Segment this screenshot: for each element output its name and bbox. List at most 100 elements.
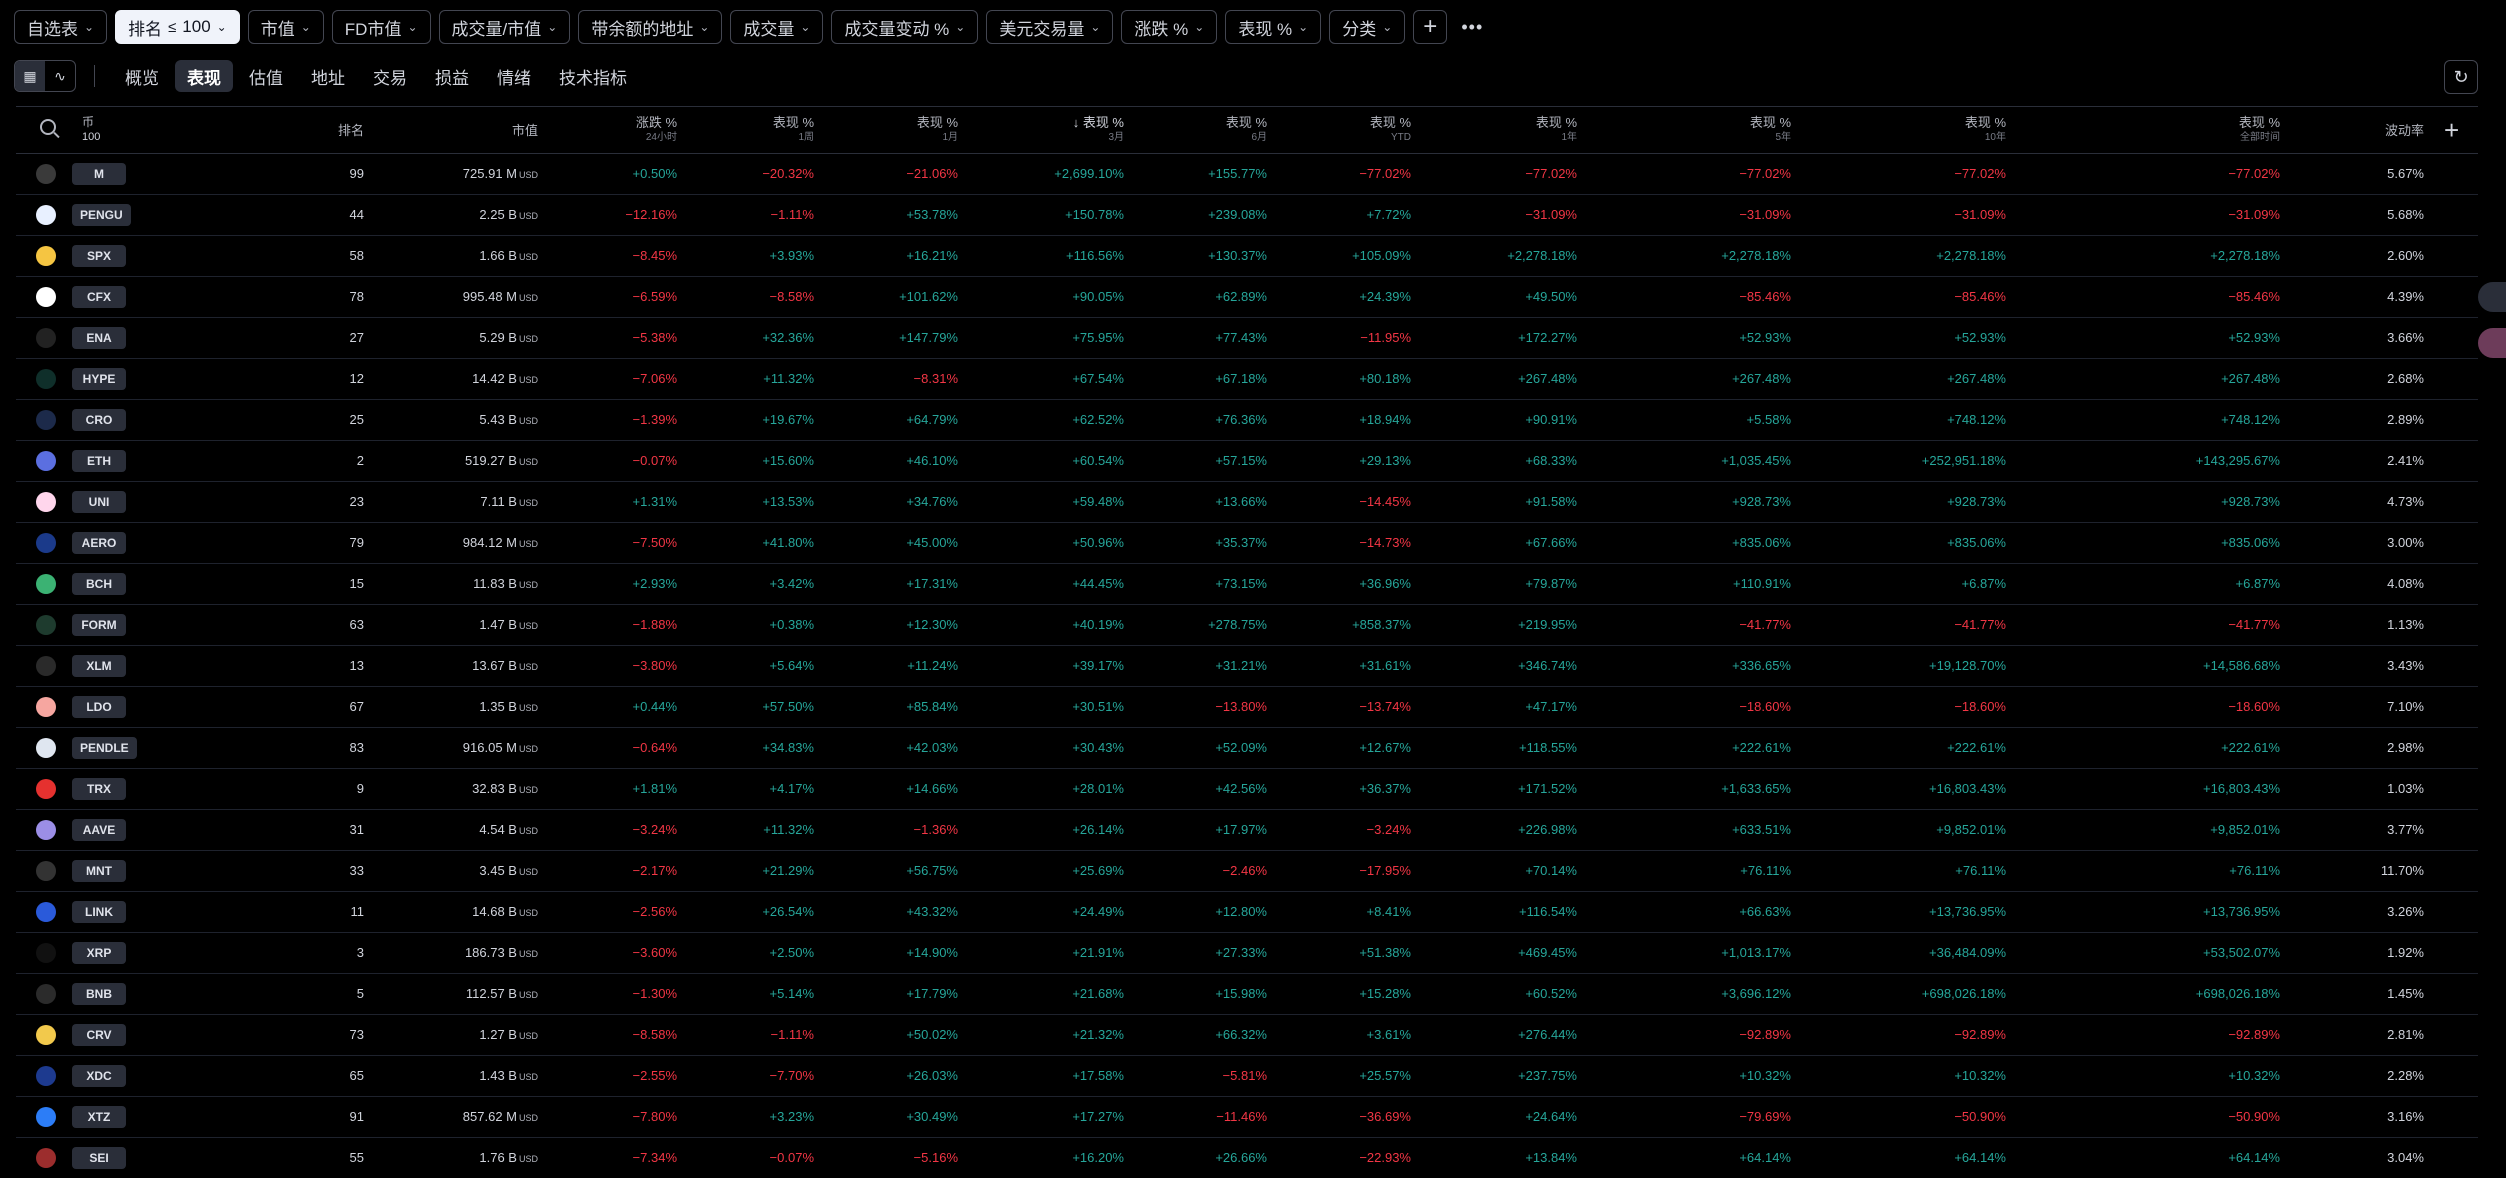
- perf-y1-cell: +469.45%: [1518, 945, 1577, 960]
- filter-volume-button[interactable]: 成交量 ⌄: [730, 10, 824, 44]
- table-row[interactable]: FORM 63 1.47 B USD −1.88% +0.38% +12.30% +40.19…: [16, 605, 2478, 646]
- coin-ticker[interactable]: XDC: [72, 1065, 126, 1087]
- table-row[interactable]: XLM 13 13.67 B USD −3.80% +5.64% +11.24% +39.17…: [16, 646, 2478, 687]
- coin-logo-icon: [36, 738, 56, 758]
- header-rank[interactable]: 排名: [164, 123, 364, 138]
- coin-ticker[interactable]: PENDLE: [72, 737, 137, 759]
- table-row[interactable]: TRX 9 32.83 B USD +1.81% +4.17% +14.66% +28.01%…: [16, 769, 2478, 810]
- coin-ticker[interactable]: HYPE: [72, 368, 126, 390]
- coin-ticker[interactable]: PENGU: [72, 204, 131, 226]
- filter-volmcap-button[interactable]: 成交量/市值 ⌄: [438, 10, 571, 44]
- header-y10[interactable]: 表现 % 10年: [1806, 115, 2006, 145]
- header-y1[interactable]: 表现 % 1年: [1377, 115, 1577, 145]
- coin-header[interactable]: 币 100: [82, 115, 100, 145]
- coin-ticker[interactable]: CRV: [72, 1024, 126, 1046]
- table-row[interactable]: CRV 73 1.27 B USD −8.58% −1.11% +50.02% +21.32%…: [16, 1015, 2478, 1056]
- filter-rank-button[interactable]: 排名 ≤100 ⌄: [115, 10, 240, 44]
- coin-ticker[interactable]: SEI: [72, 1147, 126, 1169]
- filter-watchlist-button[interactable]: 自选表 ⌄: [14, 10, 108, 44]
- refresh-button[interactable]: ↻: [2444, 60, 2478, 94]
- search-icon[interactable]: [40, 119, 60, 139]
- table-row[interactable]: HYPE 12 14.42 B USD −7.06% +11.32% −8.31% +67.5…: [16, 359, 2478, 400]
- coin-ticker[interactable]: M: [72, 163, 126, 185]
- table-row[interactable]: ENA 27 5.29 B USD −5.38% +32.36% +147.79% +75.9…: [16, 318, 2478, 359]
- filter-mcap-button[interactable]: 市值 ⌄: [247, 10, 324, 44]
- perf-y1-cell: +90.91%: [1525, 412, 1577, 427]
- coin-ticker[interactable]: BNB: [72, 983, 126, 1005]
- coin-ticker[interactable]: LDO: [72, 696, 126, 718]
- add-column-icon[interactable]: +: [2444, 115, 2459, 145]
- perf-y1-cell: +60.52%: [1525, 986, 1577, 1001]
- coin-ticker[interactable]: AAVE: [72, 819, 126, 841]
- table-row[interactable]: M 99 725.91 M USD +0.50% −20.32% −21.06% +2,699…: [16, 154, 2478, 195]
- perf-y5-cell: +928.73%: [1732, 494, 1791, 509]
- table-row[interactable]: CFX 78 995.48 M USD −6.59% −8.58% +101.62% +90.…: [16, 277, 2478, 318]
- chart-view-icon[interactable]: ∿: [45, 61, 75, 91]
- table-row[interactable]: SPX 58 1.66 B USD −8.45% +3.93% +16.21% +116.56…: [16, 236, 2478, 277]
- table-row[interactable]: LDO 67 1.35 B USD +0.44% +57.50% +85.84% +30.51…: [16, 687, 2478, 728]
- tab-5[interactable]: 交易: [361, 60, 419, 92]
- coin-ticker[interactable]: ENA: [72, 327, 126, 349]
- filter-addrbal-button[interactable]: 带余额的地址 ⌄: [578, 10, 723, 44]
- assistant-icon[interactable]: [2478, 328, 2506, 358]
- header-period: 1年: [1561, 132, 1577, 143]
- perf-y1-cell: +79.87%: [1525, 576, 1577, 591]
- tab-1[interactable]: 概览: [113, 60, 171, 92]
- coin-ticker[interactable]: TRX: [72, 778, 126, 800]
- chevron-down-icon: ⌄: [1382, 20, 1393, 34]
- tab-4[interactable]: 地址: [299, 60, 357, 92]
- table-row[interactable]: BNB 5 112.57 B USD −1.30% +5.14% +17.79% +21.68…: [16, 974, 2478, 1015]
- coin-header-label: 币: [82, 115, 95, 129]
- table-row[interactable]: LINK 11 14.68 B USD −2.56% +26.54% +43.32% +24.…: [16, 892, 2478, 933]
- tab-8[interactable]: 技术指标: [547, 60, 639, 92]
- add-filter-button[interactable]: +: [1413, 10, 1448, 44]
- header-vol[interactable]: 波动率: [2224, 123, 2424, 138]
- coin-ticker[interactable]: XTZ: [72, 1106, 126, 1128]
- perf-y1-cell: +237.75%: [1518, 1068, 1577, 1083]
- perf-y5-cell: −77.02%: [1739, 166, 1791, 181]
- table-row[interactable]: PENDLE 83 916.05 M USD −0.64% +34.83% +42.03% +…: [16, 728, 2478, 769]
- table-row[interactable]: PENGU 44 2.25 B USD −12.16% −1.11% +53.78% +150…: [16, 195, 2478, 236]
- coin-ticker[interactable]: LINK: [72, 901, 126, 923]
- tab-6[interactable]: 损益: [423, 60, 481, 92]
- table-row[interactable]: MNT 33 3.45 B USD −2.17% +21.29% +56.75% +25.69…: [16, 851, 2478, 892]
- coin-ticker[interactable]: CFX: [72, 286, 126, 308]
- perf-y1-cell: +226.98%: [1518, 822, 1577, 837]
- filter-perf-button[interactable]: 表现 % ⌄: [1225, 10, 1322, 44]
- coin-ticker[interactable]: BCH: [72, 573, 126, 595]
- coin-ticker[interactable]: XRP: [72, 942, 126, 964]
- filter-label: FD市值: [344, 19, 402, 39]
- coin-ticker[interactable]: MNT: [72, 860, 126, 882]
- table-row[interactable]: BCH 15 11.83 B USD +2.93% +3.42% +17.31% +44.45…: [16, 564, 2478, 605]
- coin-ticker[interactable]: SPX: [72, 245, 126, 267]
- table-row[interactable]: XDC 65 1.43 B USD −2.55% −7.70% +26.03% +17.58%…: [16, 1056, 2478, 1097]
- header-y5[interactable]: 表现 % 5年: [1591, 115, 1791, 145]
- coin-ticker[interactable]: FORM: [72, 614, 126, 636]
- table-row[interactable]: XTZ 91 857.62 M USD −7.80% +3.23% +30.49% +17.2…: [16, 1097, 2478, 1138]
- filter-chg-button[interactable]: 涨跌 % ⌄: [1121, 10, 1218, 44]
- table-row[interactable]: AAVE 31 4.54 B USD −3.24% +11.32% −1.36% +26.14…: [16, 810, 2478, 851]
- coin-ticker[interactable]: XLM: [72, 655, 126, 677]
- tab-2[interactable]: 表现: [175, 60, 233, 92]
- table-row[interactable]: AERO 79 984.12 M USD −7.50% +41.80% +45.00% +50…: [16, 523, 2478, 564]
- table-row[interactable]: ETH 2 519.27 B USD −0.07% +15.60% +46.10% +60.5…: [16, 441, 2478, 482]
- widget-icon[interactable]: [2478, 282, 2506, 312]
- table-row[interactable]: CRO 25 5.43 B USD −1.39% +19.67% +64.79% +62.52…: [16, 400, 2478, 441]
- table-row[interactable]: SEI 55 1.76 B USD −7.34% −0.07% −5.16% +16.20% +…: [16, 1138, 2478, 1178]
- perf-y1-cell: +276.44%: [1518, 1027, 1577, 1042]
- table-view-icon[interactable]: ▦: [15, 61, 45, 91]
- table-row[interactable]: UNI 23 7.11 B USD +1.31% +13.53% +34.76% +59.48…: [16, 482, 2478, 523]
- filter-usdvol-button[interactable]: 美元交易量 ⌄: [986, 10, 1114, 44]
- coin-ticker[interactable]: ETH: [72, 450, 126, 472]
- volatility-cell: 3.00%: [2387, 535, 2424, 550]
- filter-volchg-button[interactable]: 成交量变动 % ⌄: [831, 10, 979, 44]
- coin-ticker[interactable]: AERO: [72, 532, 126, 554]
- filter-category-button[interactable]: 分类 ⌄: [1329, 10, 1406, 44]
- coin-ticker[interactable]: UNI: [72, 491, 126, 513]
- filter-fdv-button[interactable]: FD市值 ⌄: [331, 10, 431, 44]
- table-row[interactable]: XRP 3 186.73 B USD −3.60% +2.50% +14.90% +21.91…: [16, 933, 2478, 974]
- tab-3[interactable]: 估值: [237, 60, 295, 92]
- more-icon[interactable]: •••: [1455, 10, 1489, 44]
- coin-ticker[interactable]: CRO: [72, 409, 126, 431]
- tab-7[interactable]: 情绪: [485, 60, 543, 92]
